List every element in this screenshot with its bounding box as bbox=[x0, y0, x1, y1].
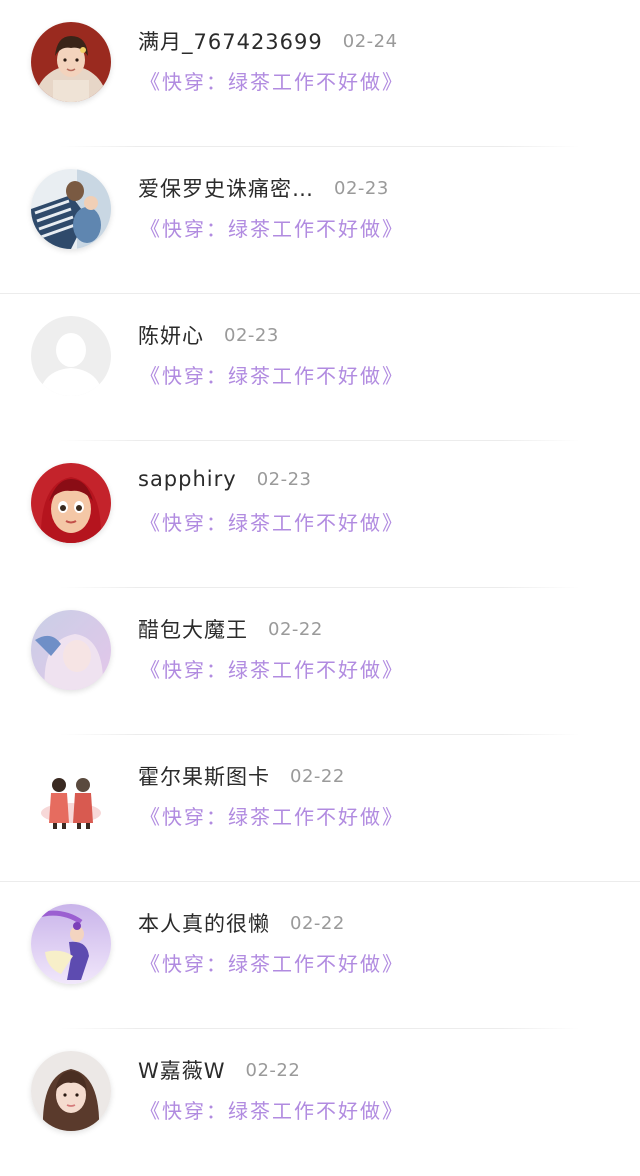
list-item[interactable]: 满月_767423699 02-24 《快穿：绿茶工作不好做》 bbox=[0, 0, 640, 147]
username[interactable]: sapphiry bbox=[138, 467, 237, 491]
avatar[interactable] bbox=[31, 757, 111, 837]
two-figures-icon bbox=[31, 757, 111, 837]
comment-date: 02-23 bbox=[256, 468, 312, 490]
comment-date: 02-24 bbox=[342, 30, 398, 52]
book-title[interactable]: 《快穿：绿茶工作不好做》 bbox=[140, 654, 404, 683]
couple-hug-icon bbox=[31, 169, 111, 249]
comment-header: 爱保罗史诛痛密… 02-23 bbox=[138, 173, 389, 203]
avatar[interactable] bbox=[31, 169, 111, 249]
woman-photo-icon bbox=[31, 1051, 111, 1131]
dancer-icon bbox=[31, 904, 111, 984]
default-user-icon bbox=[31, 316, 111, 396]
comment-date: 02-22 bbox=[290, 912, 345, 934]
comment-header: 醋包大魔王 02-22 bbox=[138, 614, 323, 644]
avatar[interactable] bbox=[31, 610, 111, 690]
comment-date: 02-23 bbox=[224, 324, 279, 346]
avatar[interactable] bbox=[31, 316, 111, 396]
comment-header: 满月_767423699 02-24 bbox=[138, 26, 398, 56]
comment-date: 02-22 bbox=[245, 1059, 301, 1081]
book-title[interactable]: 《快穿：绿茶工作不好做》 bbox=[140, 948, 404, 977]
comment-header: 本人真的很懒 02-22 bbox=[138, 908, 345, 938]
list-item[interactable]: sapphiry 02-23 《快穿：绿茶工作不好做》 bbox=[0, 441, 640, 588]
comment-header: W嘉薇W 02-22 bbox=[138, 1055, 300, 1085]
cartoon-girl-icon bbox=[31, 463, 111, 543]
book-title[interactable]: 《快穿：绿茶工作不好做》 bbox=[140, 360, 404, 389]
list-item[interactable]: 爱保罗史诛痛密… 02-23 《快穿：绿茶工作不好做》 bbox=[0, 147, 640, 294]
comment-date: 02-22 bbox=[268, 618, 323, 640]
boy-portrait-icon bbox=[31, 22, 111, 102]
book-title[interactable]: 《快穿：绿茶工作不好做》 bbox=[140, 213, 404, 242]
book-title[interactable]: 《快穿：绿茶工作不好做》 bbox=[140, 1095, 404, 1124]
comment-header: 霍尔果斯图卡 02-22 bbox=[138, 761, 345, 791]
username[interactable]: 陈妍心 bbox=[138, 320, 204, 350]
comment-list: 满月_767423699 02-24 《快穿：绿茶工作不好做》 爱保罗史诛痛密…… bbox=[0, 0, 640, 1142]
username[interactable]: 爱保罗史诛痛密… bbox=[138, 173, 314, 203]
avatar[interactable] bbox=[31, 904, 111, 984]
comment-header: sapphiry 02-23 bbox=[138, 467, 312, 491]
username[interactable]: 霍尔果斯图卡 bbox=[138, 761, 270, 791]
avatar[interactable] bbox=[31, 22, 111, 102]
comment-header: 陈妍心 02-23 bbox=[138, 320, 279, 350]
username[interactable]: 醋包大魔王 bbox=[138, 614, 248, 644]
list-item[interactable]: W嘉薇W 02-22 《快穿：绿茶工作不好做》 bbox=[0, 1029, 640, 1176]
list-item[interactable]: 本人真的很懒 02-22 《快穿：绿茶工作不好做》 bbox=[0, 882, 640, 1029]
book-title[interactable]: 《快穿：绿茶工作不好做》 bbox=[140, 66, 404, 95]
list-item[interactable]: 醋包大魔王 02-22 《快穿：绿茶工作不好做》 bbox=[0, 588, 640, 735]
book-title[interactable]: 《快穿：绿茶工作不好做》 bbox=[140, 801, 404, 830]
pastel-girl-icon bbox=[31, 610, 111, 690]
list-item[interactable]: 霍尔果斯图卡 02-22 《快穿：绿茶工作不好做》 bbox=[0, 735, 640, 882]
username[interactable]: 满月_767423699 bbox=[138, 26, 323, 56]
avatar[interactable] bbox=[31, 1051, 111, 1131]
username[interactable]: W嘉薇W bbox=[138, 1055, 226, 1085]
comment-date: 02-22 bbox=[290, 765, 345, 787]
book-title[interactable]: 《快穿：绿茶工作不好做》 bbox=[140, 507, 404, 536]
list-item[interactable]: 陈妍心 02-23 《快穿：绿茶工作不好做》 bbox=[0, 294, 640, 441]
comment-date: 02-23 bbox=[334, 177, 389, 199]
avatar[interactable] bbox=[31, 463, 111, 543]
username[interactable]: 本人真的很懒 bbox=[138, 908, 270, 938]
